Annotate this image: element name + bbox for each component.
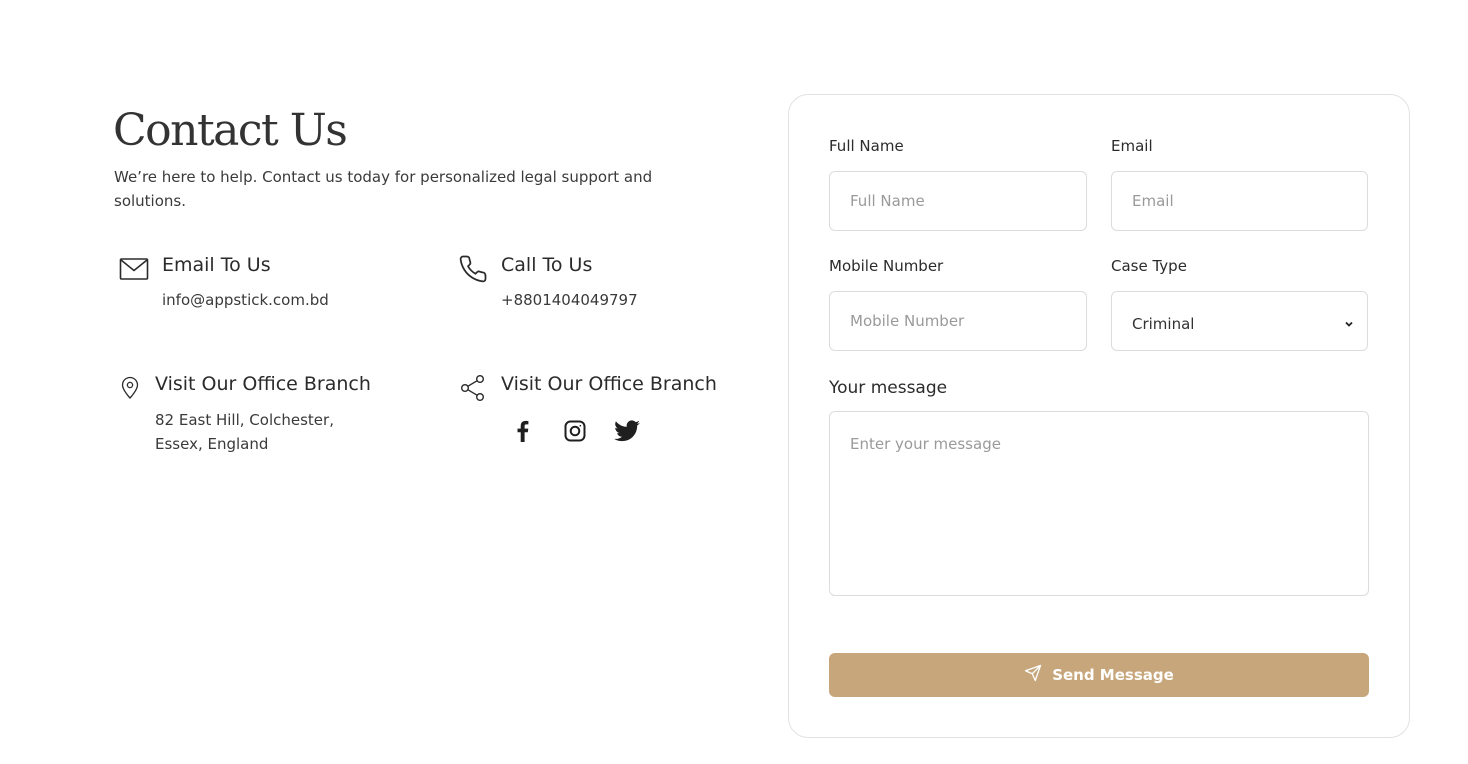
social-links xyxy=(509,417,641,445)
full-name-input[interactable] xyxy=(829,171,1087,231)
page-title: Contact Us xyxy=(113,105,348,156)
message-label: Your message xyxy=(829,378,948,398)
phone-icon xyxy=(458,254,488,284)
mobile-number-label: Mobile Number xyxy=(829,257,944,275)
email-address[interactable]: info@appstick.com.bd xyxy=(162,288,329,312)
case-type-select[interactable]: Criminal xyxy=(1111,291,1368,351)
phone-number[interactable]: +8801404049797 xyxy=(501,288,638,312)
mobile-number-input[interactable] xyxy=(829,291,1087,351)
case-type-label: Case Type xyxy=(1111,257,1187,275)
share-icon xyxy=(460,374,486,402)
instagram-icon[interactable] xyxy=(561,417,589,445)
social-block-title: Visit Our Office Branch xyxy=(501,373,717,395)
send-message-label: Send Message xyxy=(1052,666,1174,684)
office-address-line2: Essex, England xyxy=(155,435,269,453)
email-block-title: Email To Us xyxy=(162,254,271,276)
case-type-selected: Criminal xyxy=(1132,315,1195,333)
office-address-line1: 82 East Hill, Colchester, xyxy=(155,411,334,429)
twitter-icon[interactable] xyxy=(613,417,641,445)
email-input[interactable] xyxy=(1111,171,1368,231)
send-message-button[interactable]: Send Message xyxy=(829,653,1369,697)
mail-icon xyxy=(119,257,149,281)
chevron-down-icon xyxy=(1343,315,1355,334)
facebook-icon[interactable] xyxy=(509,417,537,445)
call-block-title: Call To Us xyxy=(501,254,593,276)
message-textarea[interactable] xyxy=(829,411,1369,596)
send-icon xyxy=(1024,664,1042,686)
email-label: Email xyxy=(1111,137,1153,155)
full-name-label: Full Name xyxy=(829,137,904,155)
page-subtitle: We’re here to help. Contact us today for… xyxy=(114,168,653,210)
map-pin-icon xyxy=(120,376,140,400)
office-block-title: Visit Our Office Branch xyxy=(155,373,371,395)
